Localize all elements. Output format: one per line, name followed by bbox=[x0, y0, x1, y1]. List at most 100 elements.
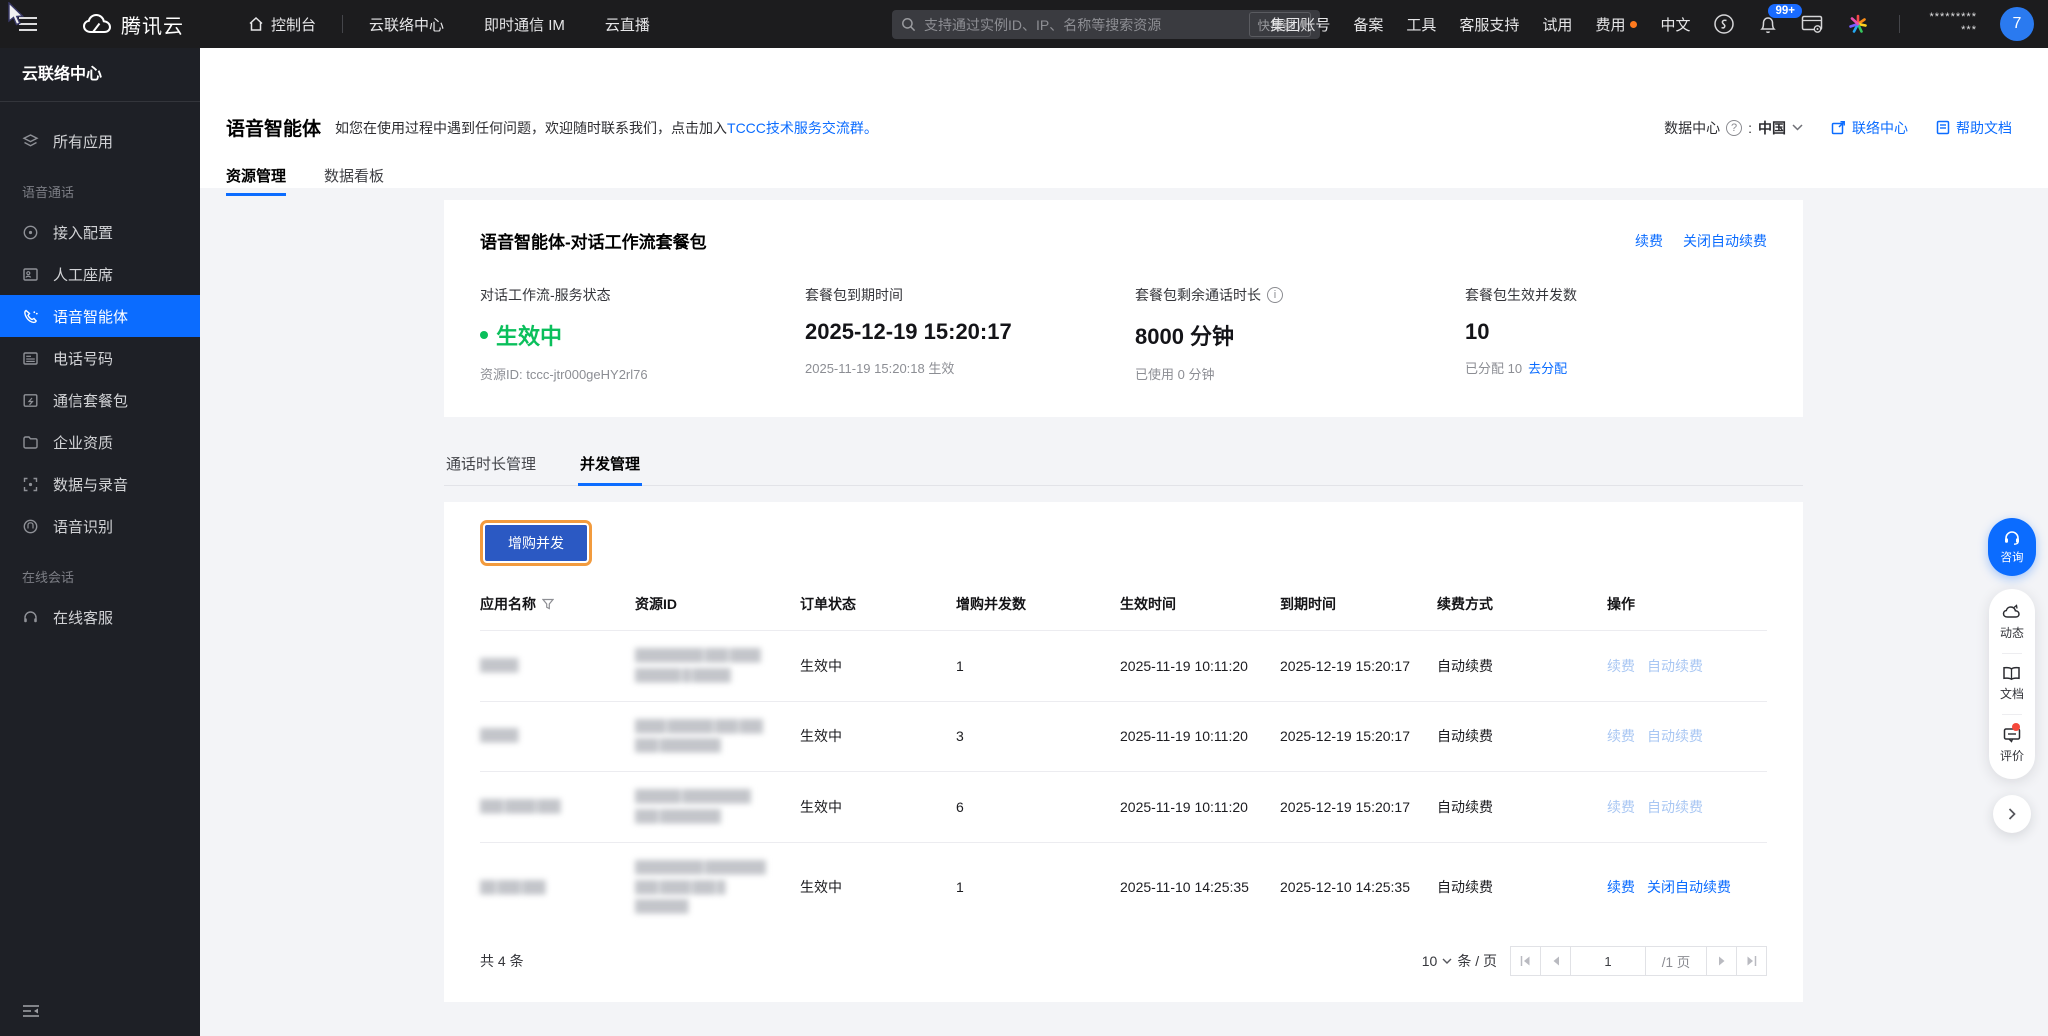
renew-action[interactable]: 续费 bbox=[1607, 728, 1635, 744]
tccc-group-link[interactable]: TCCC技术服务交流群。 bbox=[727, 120, 878, 136]
headset-icon bbox=[22, 609, 39, 626]
avatar[interactable]: 7 bbox=[2000, 7, 2034, 41]
page-title: 语音智能体 bbox=[226, 119, 322, 140]
docs-button[interactable]: 文档 bbox=[2000, 664, 2024, 704]
table-row: █████ █████████ ███ ████ ██████ █ █████ 生… bbox=[480, 630, 1767, 702]
renew-action[interactable]: 续费 bbox=[1607, 658, 1635, 674]
pagination: 共 4 条 10 条 / 页 1 /1 页 bbox=[480, 946, 1767, 977]
consult-button[interactable]: 咨询 bbox=[1988, 518, 2036, 576]
sidebar-item-speech-recognition[interactable]: 语音识别 bbox=[0, 505, 200, 547]
prev-page-button[interactable] bbox=[1540, 946, 1571, 977]
page-number-input[interactable]: 1 bbox=[1570, 946, 1646, 977]
nav-live[interactable]: 云直播 bbox=[585, 0, 670, 48]
divider bbox=[2002, 653, 2022, 654]
auto-renew-action[interactable]: 自动续费 bbox=[1647, 728, 1703, 744]
feedback-alert-dot bbox=[2012, 723, 2020, 731]
link-group-account[interactable]: 集团账号 bbox=[1270, 14, 1330, 35]
target-icon bbox=[22, 224, 39, 241]
sidebar-section-voice-call: 语音通话 bbox=[22, 185, 75, 200]
community-icon[interactable] bbox=[1713, 13, 1735, 35]
link-icp[interactable]: 备案 bbox=[1353, 14, 1383, 35]
resource-id-text: 资源ID: tccc-jtr000geHY2rl76 bbox=[480, 367, 648, 382]
sidebar-item-online-service[interactable]: 在线客服 bbox=[0, 596, 200, 638]
stat-remaining-minutes: 套餐包剩余通话时长 i 8000 分钟 已使用 0 分钟 bbox=[1135, 285, 1465, 383]
main-area: 语音智能体 如您在使用过程中遇到任何问题，欢迎随时联系我们，点击加入TCCC技术… bbox=[200, 48, 2048, 1036]
sidebar-item-package[interactable]: 通信套餐包 bbox=[0, 379, 200, 421]
redacted-app-name: █████ bbox=[480, 728, 519, 743]
link-language[interactable]: 中文 bbox=[1660, 14, 1690, 35]
tab-concurrency[interactable]: 并发管理 bbox=[578, 443, 643, 486]
status-dot bbox=[480, 331, 488, 339]
notifications-bell[interactable]: 99+ bbox=[1758, 3, 1802, 35]
sidebar: 云联络中心 所有应用 语音通话 接入配置 人工座席 语音智能体 电话号码 通信套… bbox=[0, 48, 200, 1036]
sidebar-item-all-apps[interactable]: 所有应用 bbox=[0, 120, 200, 162]
filter-icon[interactable] bbox=[542, 598, 554, 610]
cancel-auto-renew-action[interactable]: 关闭自动续费 bbox=[1647, 879, 1731, 895]
help-question-icon[interactable]: ? bbox=[1726, 119, 1743, 136]
link-trial[interactable]: 试用 bbox=[1542, 14, 1572, 35]
package-summary-card: 语音智能体-对话工作流套餐包 续费 关闭自动续费 对话工作流-服务状态 生效中 … bbox=[444, 200, 1803, 417]
topbar-nav: 控制台 云联络中心 即时通信 IM 云直播 bbox=[228, 0, 670, 48]
next-page-button[interactable] bbox=[1706, 946, 1737, 977]
renew-action[interactable]: 续费 bbox=[1607, 799, 1635, 815]
feedback-button[interactable]: 评价 bbox=[2000, 723, 2024, 766]
nav-im[interactable]: 即时通信 IM bbox=[464, 0, 585, 48]
assign-link[interactable]: 去分配 bbox=[1528, 361, 1567, 376]
datacenter-value: 中国 bbox=[1758, 119, 1786, 136]
pinwheel-icon[interactable] bbox=[1846, 12, 1870, 36]
sidebar-item-enterprise-qualification[interactable]: 企业资质 bbox=[0, 421, 200, 463]
sidebar-item-human-agent[interactable]: 人工座席 bbox=[0, 253, 200, 295]
tab-call-duration[interactable]: 通话时长管理 bbox=[444, 443, 538, 485]
global-search[interactable]: 快捷键 / bbox=[892, 10, 1320, 39]
billing-alert-dot bbox=[1630, 20, 1638, 28]
sidebar-item-data-recording[interactable]: 数据与录音 bbox=[0, 463, 200, 505]
auto-renew-action[interactable]: 自动续费 bbox=[1647, 658, 1703, 674]
manage-tabs: 通话时长管理 并发管理 bbox=[444, 443, 1803, 486]
renew-link[interactable]: 续费 bbox=[1635, 231, 1663, 251]
redacted-app-name: █████ bbox=[480, 657, 519, 672]
agent-card-icon bbox=[22, 266, 39, 283]
contact-center-link[interactable]: 联络中心 bbox=[1831, 118, 1908, 138]
link-billing[interactable]: 费用 bbox=[1595, 14, 1638, 35]
first-page-button[interactable] bbox=[1510, 946, 1541, 977]
home-icon bbox=[249, 16, 263, 31]
console-settings-icon[interactable] bbox=[1801, 14, 1823, 34]
collapse-toolbar-button[interactable] bbox=[1993, 795, 2031, 833]
page-size-select[interactable]: 10 条 / 页 bbox=[1422, 951, 1497, 971]
sidebar-title: 云联络中心 bbox=[0, 48, 200, 102]
info-icon[interactable]: i bbox=[1267, 287, 1283, 303]
phone-ai-icon bbox=[22, 308, 39, 325]
menu-burger-icon[interactable] bbox=[0, 0, 56, 48]
folder-icon bbox=[22, 434, 39, 451]
sidebar-item-phone-number[interactable]: 电话号码 bbox=[0, 337, 200, 379]
dynamics-button[interactable]: 动态 bbox=[2000, 602, 2024, 643]
last-page-button[interactable] bbox=[1736, 946, 1767, 977]
account-masked-name[interactable]: ********* *** bbox=[1929, 12, 1977, 36]
link-tools[interactable]: 工具 bbox=[1406, 14, 1436, 35]
cancel-auto-renew-link[interactable]: 关闭自动续费 bbox=[1683, 231, 1767, 251]
stat-concurrency: 套餐包生效并发数 10 已分配 10 去分配 bbox=[1465, 287, 1577, 376]
topbar: 腾讯云 控制台 云联络中心 即时通信 IM 云直播 快捷键 / 集团账号 备案 … bbox=[0, 0, 2048, 48]
renew-action[interactable]: 续费 bbox=[1607, 879, 1635, 895]
sidebar-item-voice-agent[interactable]: 语音智能体 bbox=[0, 295, 200, 337]
sidebar-section-online-session: 在线会话 bbox=[22, 570, 75, 585]
notification-count-badge: 99+ bbox=[1768, 3, 1802, 18]
stat-expire-time: 套餐包到期时间 2025-12-19 15:20:17 2025-11-19 1… bbox=[805, 287, 1012, 376]
nav-console[interactable]: 控制台 bbox=[228, 0, 336, 48]
nav-cloud-contact-center[interactable]: 云联络中心 bbox=[349, 0, 464, 48]
help-docs-link[interactable]: 帮助文档 bbox=[1936, 118, 2012, 138]
package-icon bbox=[22, 392, 39, 409]
stat-service-status: 对话工作流-服务状态 生效中 资源ID: tccc-jtr000geHY2rl7… bbox=[480, 285, 805, 383]
content: 语音智能体-对话工作流套餐包 续费 关闭自动续费 对话工作流-服务状态 生效中 … bbox=[200, 188, 2048, 1036]
add-concurrency-button[interactable]: 增购并发 bbox=[485, 525, 587, 561]
link-support[interactable]: 客服支持 bbox=[1459, 14, 1519, 35]
sidebar-collapse-icon[interactable] bbox=[16, 998, 46, 1024]
search-input[interactable] bbox=[924, 16, 1241, 33]
auto-renew-action[interactable]: 自动续费 bbox=[1647, 799, 1703, 815]
topbar-divider bbox=[1899, 15, 1901, 33]
tencent-cloud-logo[interactable]: 腾讯云 bbox=[82, 10, 184, 39]
chevron-down-icon bbox=[1442, 958, 1452, 965]
sidebar-item-access-config[interactable]: 接入配置 bbox=[0, 211, 200, 253]
datacenter-selector[interactable]: 数据中心 ? : 中国 bbox=[1664, 118, 1803, 138]
document-icon bbox=[1936, 120, 1950, 135]
